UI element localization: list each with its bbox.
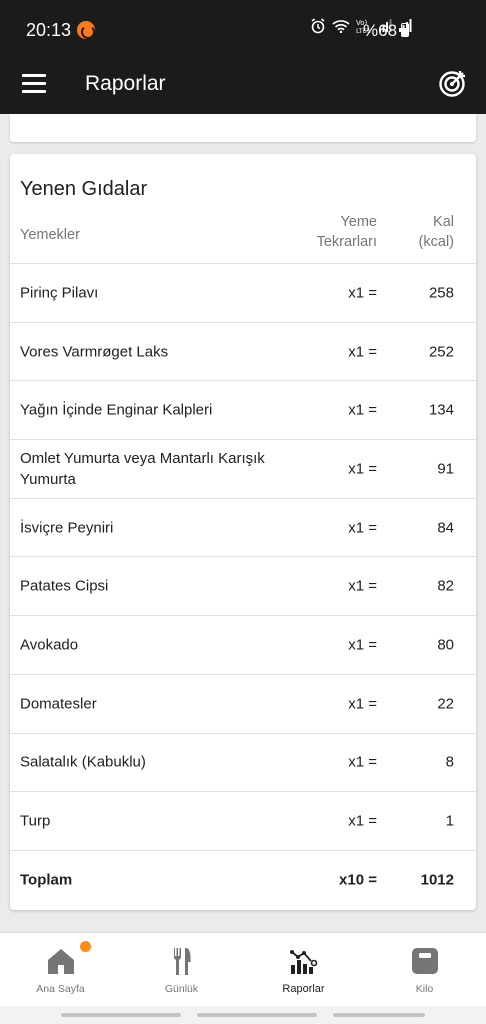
eaten-foods-card: Yenen Gıdalar Yemekler Yeme Tekrarları K… xyxy=(10,154,476,910)
food-name: Vores Varmrøget Laks xyxy=(20,343,169,361)
food-kcal: 84 xyxy=(437,519,454,537)
table-row[interactable]: Pirinç Pilavı x1 = 258 xyxy=(10,264,476,323)
food-kcal: 252 xyxy=(428,343,454,361)
gesture-hint-left[interactable] xyxy=(61,1013,181,1017)
table-row[interactable]: İsviçre Peyniri x1 = 84 xyxy=(10,499,476,558)
food-times: x1 = xyxy=(348,636,377,654)
bottom-nav: Ana Sayfa Günlük Raporlar Kilo xyxy=(0,932,486,1006)
table-row[interactable]: Vores Varmrøget Laks x1 = 252 xyxy=(10,323,476,382)
table-row[interactable]: Yağın İçinde Enginar Kalpleri x1 = 134 xyxy=(10,381,476,441)
nav-label-reports: Raporlar xyxy=(282,983,325,995)
scale-icon xyxy=(411,948,438,974)
food-name: Omlet Yumurta veya Mantarlı Karışık Yumu… xyxy=(20,449,265,488)
table-row[interactable]: Omlet Yumurta veya Mantarlı Karışık Yumu… xyxy=(10,440,476,499)
food-times: x1 = xyxy=(348,695,377,713)
food-kcal: 134 xyxy=(428,401,454,419)
fork-knife-icon xyxy=(173,948,190,975)
nav-label-diary: Günlük xyxy=(164,983,199,995)
status-bar: 20:13 Vo) LTE1 %68 xyxy=(0,0,486,56)
total-times: x10 = xyxy=(339,871,377,889)
gesture-hint-right[interactable] xyxy=(333,1013,425,1017)
food-kcal: 22 xyxy=(437,695,454,713)
card-title: Yenen Gıdalar xyxy=(20,178,148,200)
nav-item-diary[interactable]: Günlük xyxy=(121,933,242,1007)
page-title: Raporlar xyxy=(85,72,166,95)
previous-card xyxy=(10,114,476,142)
food-times: x1 = xyxy=(348,460,377,478)
food-name: Salatalık (Kabuklu) xyxy=(20,753,146,771)
nav-label-home: Ana Sayfa xyxy=(36,983,85,995)
food-kcal: 258 xyxy=(428,284,454,302)
food-kcal: 80 xyxy=(437,636,454,654)
table-header: Yemekler Yeme Tekrarları Kal (kcal) xyxy=(10,212,476,264)
total-label: Toplam xyxy=(20,871,73,889)
table-row[interactable]: Salatalık (Kabuklu) x1 = 8 xyxy=(10,734,476,793)
food-times: x1 = xyxy=(348,343,377,361)
gesture-bar xyxy=(0,1006,486,1024)
notification-app-icon xyxy=(77,21,95,39)
table-row[interactable]: Turp x1 = 1 xyxy=(10,792,476,851)
header-food: Yemekler xyxy=(20,227,80,243)
wifi-icon xyxy=(332,20,350,33)
food-times: x1 = xyxy=(348,812,377,830)
food-name: İsviçre Peyniri xyxy=(20,519,114,537)
app-bar: Raporlar xyxy=(0,56,486,114)
nav-item-home[interactable]: Ana Sayfa xyxy=(0,933,121,1007)
chart-icon xyxy=(289,950,317,974)
food-kcal: 82 xyxy=(437,577,454,595)
menu-icon[interactable] xyxy=(22,74,46,94)
food-times: x1 = xyxy=(348,519,377,537)
nav-item-reports[interactable]: Raporlar xyxy=(243,933,364,1007)
food-name: Pirinç Pilavı xyxy=(20,284,99,302)
food-times: x1 = xyxy=(348,401,377,419)
food-name: Patates Cipsi xyxy=(20,577,109,595)
food-times: x1 = xyxy=(348,284,377,302)
food-name: Turp xyxy=(20,812,51,830)
nav-item-weight[interactable]: Kilo xyxy=(364,933,485,1007)
notification-dot xyxy=(80,941,91,952)
food-name: Avokado xyxy=(20,636,79,654)
table-row[interactable]: Avokado x1 = 80 xyxy=(10,616,476,675)
header-times: Yeme Tekrarları xyxy=(316,214,377,250)
battery-icon xyxy=(401,23,409,37)
battery-percentage: %68 xyxy=(363,21,398,40)
target-icon[interactable] xyxy=(438,68,468,98)
home-icon xyxy=(47,949,74,974)
food-kcal: 8 xyxy=(445,753,454,771)
food-times: x1 = xyxy=(348,577,377,595)
header-kcal: Kal (kcal) xyxy=(418,214,454,250)
status-time: 20:13 xyxy=(26,20,72,40)
food-table: Pirinç Pilavı x1 = 258 Vores Varmrøget L… xyxy=(10,264,476,851)
total-kcal: 1012 xyxy=(420,871,454,889)
food-name: Yağın İçinde Enginar Kalpleri xyxy=(20,401,213,419)
alarm-icon xyxy=(311,18,325,34)
food-kcal: 1 xyxy=(445,812,454,830)
food-name: Domatesler xyxy=(20,695,97,713)
table-row[interactable]: Domatesler x1 = 22 xyxy=(10,675,476,734)
gesture-hint-center[interactable] xyxy=(197,1013,317,1017)
nav-label-weight: Kilo xyxy=(415,983,434,995)
food-kcal: 91 xyxy=(437,460,454,478)
food-times: x1 = xyxy=(348,753,377,771)
total-row: Toplam x10 = 1012 xyxy=(10,851,476,909)
table-row[interactable]: Patates Cipsi x1 = 82 xyxy=(10,557,476,617)
